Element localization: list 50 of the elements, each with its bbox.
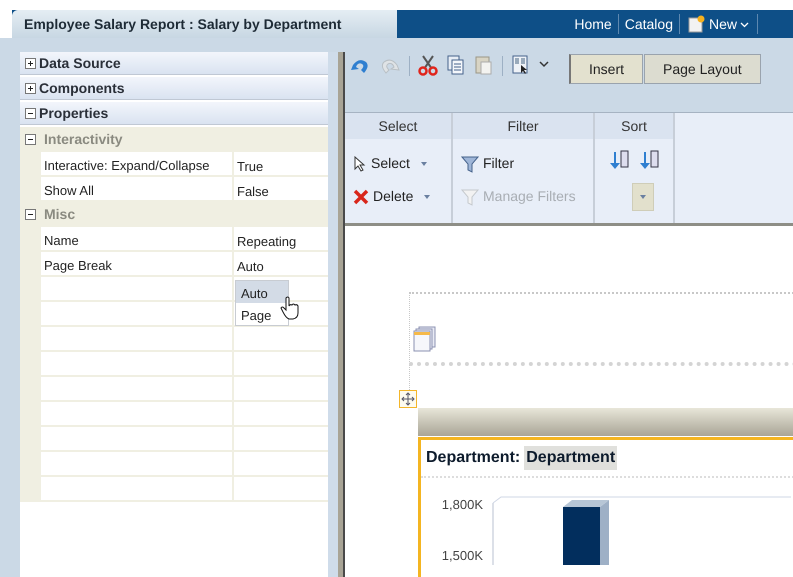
filter-button[interactable]: Filter [461, 153, 593, 174]
sort-descending-icon[interactable] [639, 149, 659, 171]
property-value[interactable]: True [234, 152, 328, 175]
accordion-header[interactable]: Components [20, 77, 328, 100]
property-value[interactable]: Repeating [234, 227, 328, 250]
new-menu[interactable]: New [684, 14, 752, 34]
caret-icon [740, 20, 749, 28]
accordion-header[interactable]: Data Source [20, 52, 328, 75]
select-button[interactable]: Select [353, 153, 451, 174]
expand-icon[interactable] [25, 82, 36, 94]
dropdown-option[interactable]: Auto [236, 281, 288, 303]
delete-button[interactable]: Delete [353, 186, 451, 207]
delete-icon [353, 188, 369, 204]
new-document-icon [688, 15, 706, 33]
splitter[interactable] [328, 52, 345, 577]
property-name: Interactive: Expand/Collapse [41, 152, 234, 175]
pointer-icon [353, 156, 367, 172]
section-value-field[interactable]: Department [524, 446, 618, 470]
ribbon-group-title: Sort [595, 113, 673, 139]
ribbon-tab[interactable]: Page Layout [644, 54, 761, 84]
axis-label: 1,500K [442, 546, 483, 564]
ribbon-group-title: Select [345, 113, 451, 139]
property-name: Page Break [41, 252, 234, 275]
property-value[interactable]: False [234, 177, 328, 200]
chart-bar [563, 500, 609, 565]
funnel-icon [461, 154, 479, 172]
nav-link[interactable]: Home [573, 14, 613, 34]
stacked-pages-icon[interactable] [413, 326, 437, 352]
caret-icon [423, 194, 432, 200]
nav-link[interactable]: Catalog [624, 14, 674, 34]
ribbon-tab[interactable]: Insert [569, 54, 644, 84]
funnel-icon [461, 188, 479, 206]
collapse-icon[interactable] [25, 108, 36, 118]
section-label: Department: [426, 448, 520, 468]
collapse-icon[interactable] [25, 134, 36, 145]
expand-icon[interactable] [25, 58, 36, 68]
move-icon[interactable] [399, 390, 417, 408]
paste-icon[interactable] [474, 54, 494, 76]
property-value[interactable]: Auto [234, 252, 328, 275]
property-name: Show All [41, 177, 234, 200]
copy-icon[interactable] [446, 54, 466, 76]
sort-ascending-icon[interactable] [609, 149, 629, 171]
collapse-icon[interactable] [25, 209, 36, 220]
axis-label: 1,800K [442, 496, 483, 514]
caret-icon [420, 160, 428, 166]
property-name: Name [41, 227, 234, 250]
ribbon-group-title: Filter [453, 113, 593, 139]
accordion-header[interactable]: Properties [20, 102, 328, 125]
caret-icon [639, 194, 647, 200]
scissors-icon[interactable] [418, 54, 438, 76]
